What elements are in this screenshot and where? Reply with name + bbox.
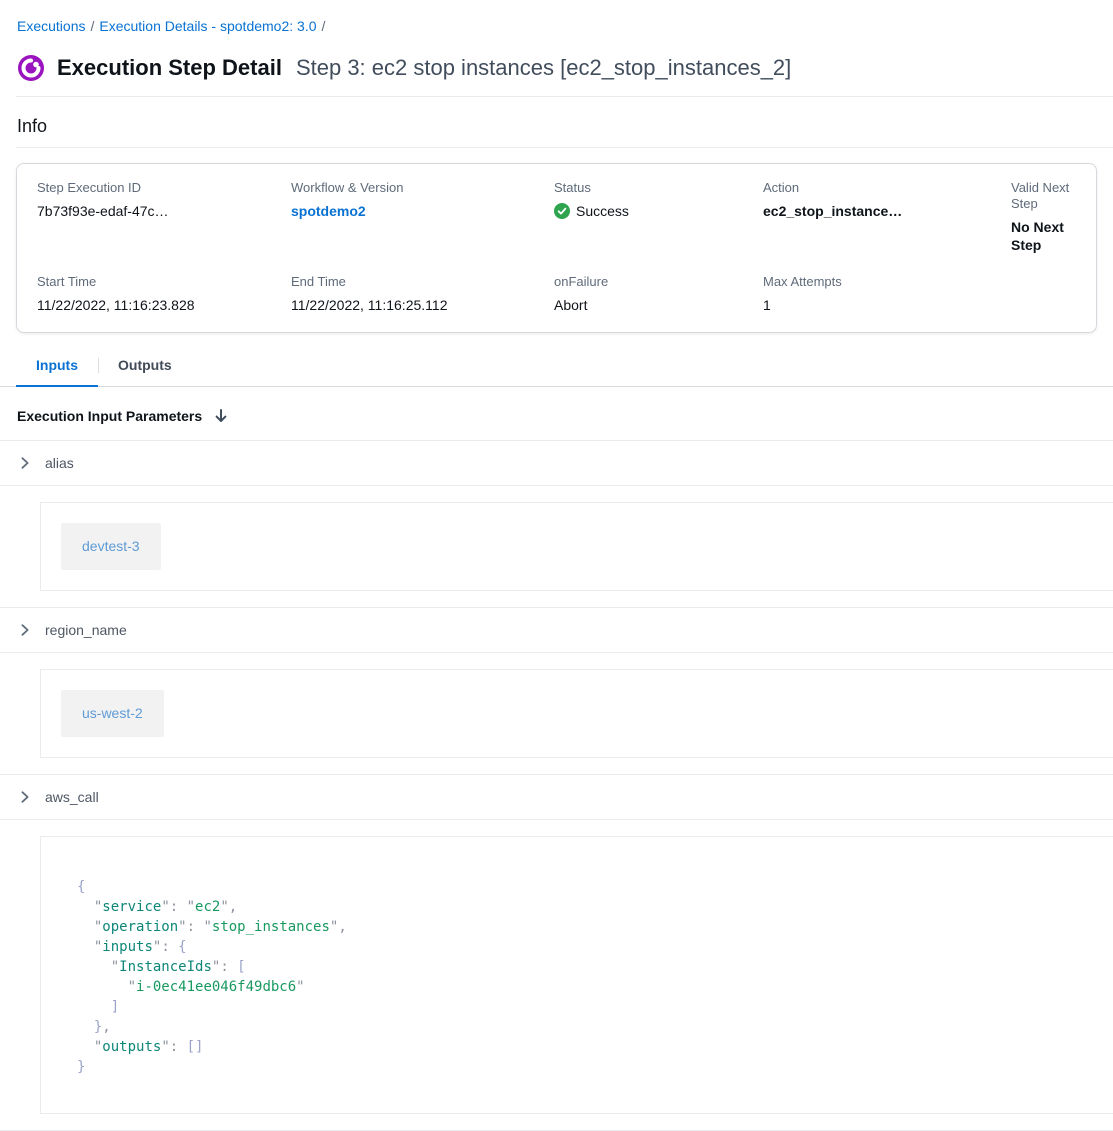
code-line: }, bbox=[77, 1017, 1077, 1037]
code-line: } bbox=[77, 1057, 1077, 1077]
workflow-link[interactable]: spotdemo2 bbox=[291, 203, 366, 219]
divider bbox=[16, 147, 1113, 148]
alias-value-chip[interactable]: devtest-3 bbox=[61, 523, 161, 570]
tab-inputs[interactable]: Inputs bbox=[16, 347, 98, 386]
field-end-time: End Time 11/22/2022, 11:16:25.112 bbox=[291, 274, 554, 314]
section-header-aws-call[interactable]: aws_call bbox=[0, 775, 1113, 820]
region-name-panel: us-west-2 bbox=[40, 669, 1113, 758]
tab-outputs[interactable]: Outputs bbox=[98, 347, 192, 386]
field-valid-next-step: Valid Next Step No Next Step bbox=[1011, 180, 1076, 254]
section-header-region-name[interactable]: region_name bbox=[0, 608, 1113, 653]
field-label: End Time bbox=[291, 274, 554, 290]
field-max-attempts: Max Attempts 1 bbox=[763, 274, 1011, 314]
field-label: Workflow & Version bbox=[291, 180, 554, 196]
region-name-value-chip[interactable]: us-west-2 bbox=[61, 690, 164, 737]
arrow-down-icon[interactable] bbox=[213, 408, 229, 424]
code-line: ] bbox=[77, 997, 1077, 1017]
chevron-right-icon bbox=[18, 456, 32, 470]
section-label: region_name bbox=[45, 621, 127, 639]
field-value: 11/22/2022, 11:16:25.112 bbox=[291, 296, 554, 314]
field-label: Action bbox=[763, 180, 1011, 196]
param-section-alias: alias devtest-3 bbox=[0, 441, 1113, 608]
section-body-aws-call: { "service": "ec2", "operation": "stop_i… bbox=[0, 820, 1113, 1130]
info-card: Step Execution ID 7b73f93e-edaf-47c… Wor… bbox=[16, 163, 1097, 333]
chevron-right-icon bbox=[18, 790, 32, 804]
aws-call-json-panel: { "service": "ec2", "operation": "stop_i… bbox=[40, 836, 1113, 1114]
code-line: "InstanceIds": [ bbox=[77, 957, 1077, 977]
field-value: 1 bbox=[763, 296, 1011, 314]
field-value: No Next Step bbox=[1011, 218, 1076, 254]
app-logo-icon bbox=[17, 54, 45, 82]
field-action: Action ec2_stop_instance… bbox=[763, 180, 1011, 254]
page: Executions / Execution Details - spotdemo2… bbox=[0, 16, 1113, 1131]
chevron-right-icon bbox=[18, 623, 32, 637]
success-check-icon bbox=[554, 203, 570, 219]
field-label: Valid Next Step bbox=[1011, 180, 1076, 212]
breadcrumb-link-executions[interactable]: Executions bbox=[17, 18, 85, 34]
code-line: "operation": "stop_instances", bbox=[77, 917, 1077, 937]
breadcrumb: Executions / Execution Details - spotdemo2… bbox=[17, 16, 1097, 36]
field-onfailure: onFailure Abort bbox=[554, 274, 763, 314]
field-value: ec2_stop_instance… bbox=[763, 202, 1011, 220]
field-value: Abort bbox=[554, 296, 763, 314]
code-line: "service": "ec2", bbox=[77, 897, 1077, 917]
field-label: Step Execution ID bbox=[37, 180, 291, 196]
code-line: "outputs": [] bbox=[77, 1037, 1077, 1057]
info-section-title: Info bbox=[17, 115, 1097, 137]
section-body-alias: devtest-3 bbox=[0, 486, 1113, 607]
divider bbox=[16, 96, 1113, 97]
code-line: "i-0ec41ee046f49dbc6" bbox=[77, 977, 1077, 997]
page-title: Execution Step Detail bbox=[57, 53, 282, 83]
params-header-label: Execution Input Parameters bbox=[17, 407, 202, 425]
page-header: Execution Step Detail Step 3: ec2 stop i… bbox=[17, 53, 1097, 83]
breadcrumb-separator: / bbox=[322, 18, 326, 34]
field-value: 7b73f93e-edaf-47c… bbox=[37, 202, 291, 220]
section-body-region-name: us-west-2 bbox=[0, 653, 1113, 774]
field-step-execution-id: Step Execution ID 7b73f93e-edaf-47c… bbox=[37, 180, 291, 254]
section-header-alias[interactable]: alias bbox=[0, 441, 1113, 486]
param-section-aws-call: aws_call { "service": "ec2", "operation"… bbox=[0, 775, 1113, 1131]
field-label: Start Time bbox=[37, 274, 291, 290]
breadcrumb-link-execution-details[interactable]: Execution Details - spotdemo2: 3.0 bbox=[99, 18, 316, 34]
code-line: { bbox=[77, 877, 1077, 897]
alias-panel: devtest-3 bbox=[40, 502, 1113, 591]
code-line: "inputs": { bbox=[77, 937, 1077, 957]
field-status: Status Success bbox=[554, 180, 763, 254]
section-label: aws_call bbox=[45, 788, 99, 806]
status-badge: Success bbox=[554, 202, 763, 220]
page-subtitle: Step 3: ec2 stop instances [ec2_stop_ins… bbox=[296, 53, 791, 83]
section-label: alias bbox=[45, 454, 74, 472]
aws-call-json-code: { "service": "ec2", "operation": "stop_i… bbox=[77, 877, 1077, 1077]
tabs: Inputs Outputs bbox=[0, 347, 1113, 387]
field-label: Max Attempts bbox=[763, 274, 1011, 290]
field-value: 11/22/2022, 11:16:23.828 bbox=[37, 296, 291, 314]
field-label: onFailure bbox=[554, 274, 763, 290]
field-label: Status bbox=[554, 180, 763, 196]
status-text: Success bbox=[576, 202, 629, 220]
field-workflow-version: Workflow & Version spotdemo2 bbox=[291, 180, 554, 254]
execution-input-parameters-header: Execution Input Parameters bbox=[0, 387, 1113, 441]
field-start-time: Start Time 11/22/2022, 11:16:23.828 bbox=[37, 274, 291, 314]
param-section-region-name: region_name us-west-2 bbox=[0, 608, 1113, 775]
breadcrumb-separator: / bbox=[90, 18, 94, 34]
